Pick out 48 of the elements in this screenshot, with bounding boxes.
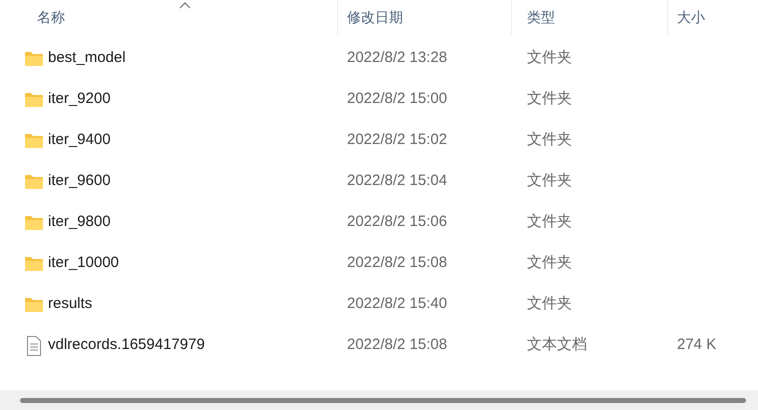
sort-caret-icon bbox=[178, 2, 191, 9]
folder-icon bbox=[24, 92, 44, 108]
modified-date: 2022/8/2 15:02 bbox=[347, 131, 448, 148]
modified-date: 2022/8/2 15:40 bbox=[347, 295, 448, 312]
scrollbar-thumb[interactable] bbox=[20, 398, 746, 402]
folder-icon bbox=[24, 132, 44, 148]
column-header[interactable]: 名称 bbox=[0, 0, 338, 35]
file-type: 文件夹 bbox=[527, 254, 572, 272]
modified-date: 2022/8/2 15:08 bbox=[347, 336, 448, 354]
document-icon bbox=[26, 336, 42, 356]
file-row[interactable]: results 2022/8/2 15:40 文件夹 bbox=[0, 284, 758, 325]
file-name: iter_9200 bbox=[48, 89, 111, 110]
folder-icon bbox=[24, 296, 44, 312]
folder-icon bbox=[24, 256, 44, 272]
file-row[interactable]: vdlrecords.1659417979 2022/8/2 15:08 文本文档 274 K bbox=[0, 325, 758, 366]
file-type: 文件夹 bbox=[527, 295, 572, 312]
file-row[interactable]: iter_9800 2022/8/2 15:06 文件夹 bbox=[0, 202, 758, 243]
file-name: best_model bbox=[48, 48, 126, 68]
file-row[interactable]: best_model 2022/8/2 13:28 文件夹 bbox=[0, 38, 758, 79]
modified-date: 2022/8/2 13:28 bbox=[347, 49, 448, 66]
folder-icon bbox=[24, 214, 44, 230]
column-header[interactable]: 大小 bbox=[668, 0, 758, 35]
column-header[interactable]: 类型 bbox=[512, 0, 668, 35]
modified-date: 2022/8/2 15:08 bbox=[347, 254, 448, 272]
file-size: 274 K bbox=[677, 336, 716, 354]
file-name: iter_9800 bbox=[48, 212, 111, 232]
file-name: results bbox=[48, 294, 92, 314]
file-row[interactable]: iter_9400 2022/8/2 15:02 文件夹 bbox=[0, 120, 758, 161]
file-type: 文本文档 bbox=[527, 336, 587, 354]
file-row[interactable]: iter_9600 2022/8/2 15:04 文件夹 bbox=[0, 161, 758, 202]
file-row[interactable]: iter_10000 2022/8/2 15:08 文件夹 bbox=[0, 243, 758, 284]
folder-icon bbox=[24, 174, 44, 190]
modified-date: 2022/8/2 15:00 bbox=[347, 90, 448, 108]
modified-date: 2022/8/2 15:04 bbox=[347, 172, 448, 190]
file-name: iter_10000 bbox=[48, 253, 119, 274]
modified-date: 2022/8/2 15:06 bbox=[347, 213, 448, 230]
file-row[interactable]: iter_9200 2022/8/2 15:00 文件夹 bbox=[0, 79, 758, 120]
column-header[interactable]: 修改日期 bbox=[338, 0, 512, 35]
horizontal-scrollbar[interactable] bbox=[0, 390, 758, 410]
file-type: 文件夹 bbox=[527, 49, 572, 66]
file-type: 文件夹 bbox=[527, 90, 572, 108]
file-name: iter_9600 bbox=[48, 171, 111, 192]
folder-icon bbox=[24, 50, 44, 66]
file-type: 文件夹 bbox=[527, 172, 572, 190]
file-type: 文件夹 bbox=[527, 131, 572, 148]
file-type: 文件夹 bbox=[527, 213, 572, 230]
file-name: iter_9400 bbox=[48, 130, 111, 150]
file-name: vdlrecords.1659417979 bbox=[48, 335, 205, 356]
